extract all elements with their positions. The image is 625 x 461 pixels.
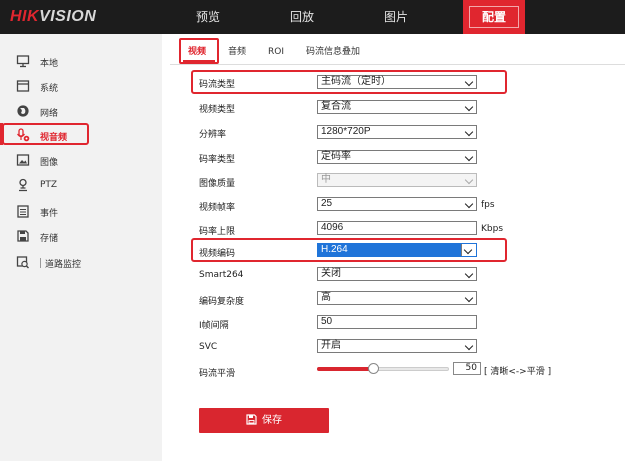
sidebar-item-label: PTZ	[40, 180, 58, 190]
smoothing-hint: [ 清晰<->平滑 ]	[484, 367, 552, 377]
nav-preview[interactable]: 预览	[178, 0, 238, 34]
sidebar-item-system[interactable]: 系统	[0, 75, 162, 99]
smoothing-label: 码流平滑	[199, 369, 236, 379]
complexity-label: 编码复杂度	[199, 297, 245, 307]
sidebar-item-label: 视音频	[40, 133, 68, 143]
max-bitrate-label: 码率上限	[199, 227, 236, 237]
frame-rate-select[interactable]: 25	[317, 197, 477, 211]
stream-type-select[interactable]: 主码流（定时）	[317, 75, 477, 89]
svc-select[interactable]: 开启	[317, 339, 477, 353]
image-quality-select: 中	[317, 173, 477, 187]
tab-video[interactable]: 视频	[188, 40, 206, 64]
image-icon	[16, 154, 30, 166]
tabs-divider	[170, 64, 625, 65]
sidebar-item-label: 网络	[40, 109, 59, 119]
stream-type-label: 码流类型	[199, 80, 236, 90]
sidebar-item-ptz[interactable]: PTZ	[0, 174, 162, 198]
sidebar-item-audio-video[interactable]: 视音频	[0, 124, 162, 148]
sidebar-item-label: 道路监控	[40, 257, 81, 270]
smoothing-value: 50	[453, 362, 481, 375]
sidebar-item-label: 事件	[40, 209, 59, 219]
audio-video-icon	[17, 128, 30, 142]
tab-stream-overlay[interactable]: 码流信息叠加	[306, 40, 360, 64]
video-type-select[interactable]: 复合流	[317, 100, 477, 114]
sidebar-item-image[interactable]: 图像	[0, 149, 162, 173]
top-bar: HIKVISION 预览 回放 图片 配置	[0, 0, 625, 34]
i-frame-interval-label: I帧间隔	[199, 321, 229, 331]
sidebar-item-event[interactable]: 事件	[0, 200, 162, 224]
nav-configuration[interactable]: 配置	[463, 0, 525, 34]
brand-logo: HIKVISION	[10, 8, 97, 25]
ptz-icon	[19, 178, 27, 192]
nav-playback[interactable]: 回放	[272, 0, 332, 34]
video-encoding-label: 视频编码	[199, 249, 236, 259]
nav-picture[interactable]: 图片	[366, 0, 426, 34]
complexity-select[interactable]: 高	[317, 291, 477, 305]
sidebar-item-local[interactable]: 本地	[0, 50, 162, 74]
calendar-icon	[17, 205, 29, 218]
frame-rate-unit: fps	[481, 200, 495, 210]
sidebar-item-road-monitoring[interactable]: 道路监控	[0, 251, 162, 275]
globe-icon	[17, 105, 29, 117]
storage-icon	[17, 230, 29, 242]
sidebar-item-label: 图像	[40, 158, 59, 168]
monitor-icon	[16, 55, 30, 68]
i-frame-interval-input[interactable]: 50	[317, 315, 477, 329]
sidebar-item-label: 本地	[40, 59, 59, 69]
tab-audio[interactable]: 音频	[228, 40, 246, 64]
smart264-label: Smart264	[199, 270, 244, 280]
smart264-select[interactable]: 关闭	[317, 267, 477, 281]
frame-rate-label: 视频帧率	[199, 203, 236, 213]
bitrate-type-select[interactable]: 定码率	[317, 150, 477, 164]
sidebar-item-storage[interactable]: 存储	[0, 225, 162, 249]
video-encoding-select[interactable]: H.264	[317, 243, 477, 257]
image-quality-label: 图像质量	[199, 179, 236, 189]
video-type-label: 视频类型	[199, 105, 236, 115]
tab-roi[interactable]: ROI	[268, 40, 284, 64]
resolution-select[interactable]: 1280*720P	[317, 125, 477, 139]
svc-label: SVC	[199, 342, 218, 352]
sidebar-item-network[interactable]: 网络	[0, 100, 162, 124]
resolution-label: 分辨率	[199, 130, 227, 140]
road-monitor-icon	[16, 256, 29, 269]
max-bitrate-input[interactable]: 4096	[317, 221, 477, 235]
smoothing-slider-handle[interactable]	[368, 363, 379, 374]
sidebar-item-label: 存储	[40, 234, 59, 244]
sidebar-item-label: 系统	[40, 84, 59, 94]
save-button[interactable]: 保存	[199, 408, 329, 433]
max-bitrate-unit: Kbps	[481, 224, 504, 234]
window-icon	[16, 80, 30, 92]
bitrate-type-label: 码率类型	[199, 155, 236, 165]
save-icon	[246, 414, 257, 425]
smoothing-slider-fill	[317, 367, 373, 371]
